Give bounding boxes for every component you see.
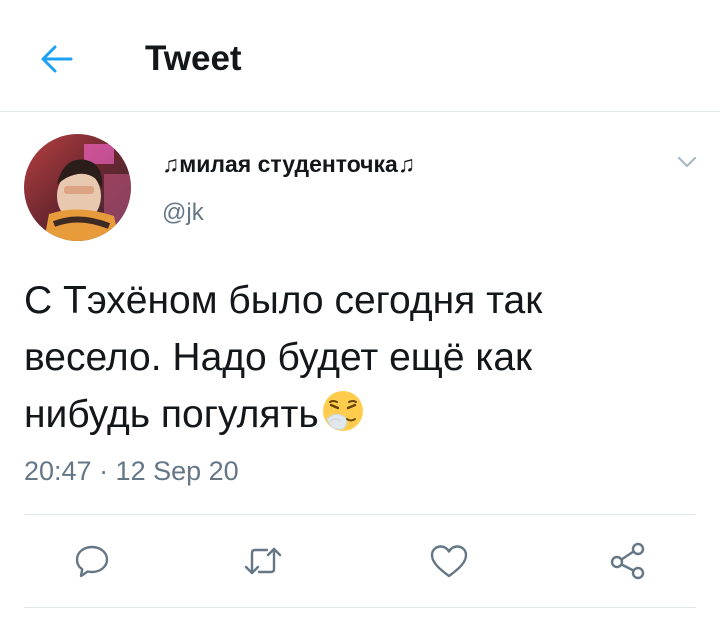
reply-button[interactable]	[69, 538, 115, 584]
back-button[interactable]	[36, 38, 78, 80]
page-title: Tweet	[145, 39, 242, 78]
more-options-button[interactable]	[672, 150, 702, 174]
chevron-down-icon	[677, 156, 697, 168]
tweet-text-line: С Тэхёном было сегодня так	[24, 279, 543, 322]
share-icon	[610, 542, 645, 580]
tweet-timestamp[interactable]: 20:47 · 12 Sep 20	[24, 455, 239, 487]
display-name[interactable]: ♫милая студенточка♫	[162, 150, 415, 178]
tweet-text-line: нибудь погулять	[24, 393, 319, 436]
retweet-button[interactable]	[240, 538, 286, 584]
avatar[interactable]	[24, 134, 131, 241]
sneezing-face-emoji	[322, 391, 363, 431]
retweet-icon	[244, 547, 282, 575]
divider	[24, 607, 696, 608]
heart-icon	[430, 545, 468, 578]
comment-icon	[75, 545, 109, 578]
divider	[24, 514, 696, 515]
tweet-text: С Тэхёном было сегодня так весело. Надо …	[24, 272, 684, 443]
tweet-text-line: весело. Надо будет ещё как	[24, 336, 533, 379]
user-handle[interactable]: @jk	[162, 199, 204, 227]
top-bar: Tweet	[0, 0, 720, 112]
tweet-text-line-with-emoji: нибудь погулять	[24, 386, 684, 443]
arrow-left-icon	[41, 45, 73, 73]
like-button[interactable]	[426, 538, 472, 584]
share-button[interactable]	[605, 538, 651, 584]
